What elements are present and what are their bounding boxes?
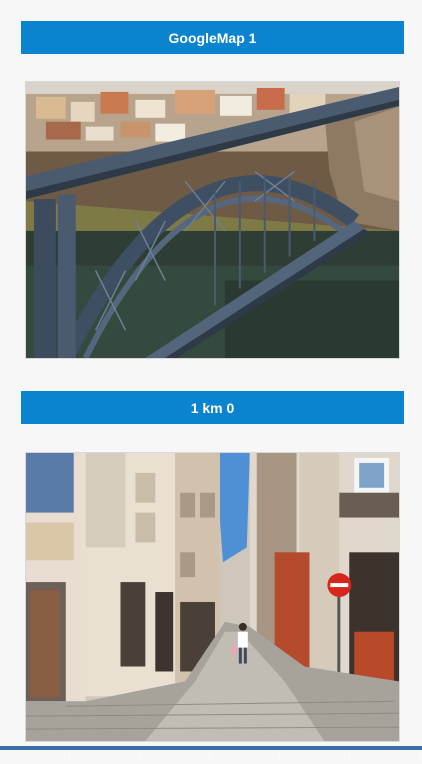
bridge-photo[interactable] — [25, 81, 400, 359]
map-card-1: GoogleMap 1 — [0, 0, 422, 370]
street-photo[interactable] — [25, 452, 400, 742]
bottom-tab-strip — [0, 746, 422, 759]
street-photo-graphic — [26, 453, 399, 741]
map-title-button-2[interactable]: 1 km 0 — [21, 391, 404, 424]
map-title-button-1[interactable]: GoogleMap 1 — [21, 21, 404, 54]
bridge-photo-graphic — [26, 82, 399, 358]
map-card-2: 1 km 0 — [0, 370, 422, 750]
